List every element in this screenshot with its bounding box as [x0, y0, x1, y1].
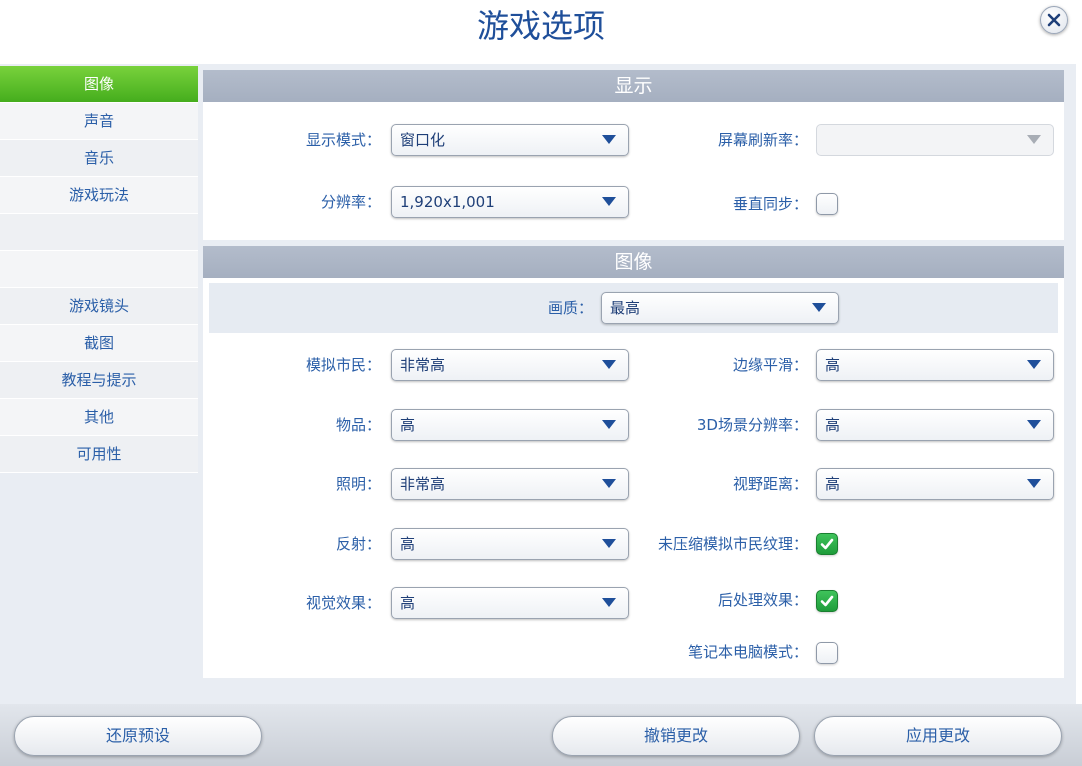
objects-quality-label: 物品： [335, 416, 381, 434]
chevron-down-icon [1027, 479, 1041, 488]
chevron-down-icon [1027, 135, 1041, 144]
sims-quality-label: 模拟市民： [305, 356, 381, 374]
chevron-down-icon [602, 197, 616, 206]
view-distance-label: 视野距离： [732, 475, 808, 493]
graphics-section-header: 图像 [203, 246, 1064, 278]
uncompressed-textures-checkbox[interactable] [816, 533, 838, 555]
visual-effects-dropdown[interactable]: 高 [391, 587, 629, 619]
objects-quality-value: 高 [400, 416, 416, 434]
display-mode-label: 显示模式： [305, 131, 381, 149]
sidebar-item-sound[interactable]: 声音 [0, 103, 198, 140]
sidebar: 图像 声音 音乐 游戏玩法 游戏镜头 截图 教程与提示 其他 可用性 [0, 66, 198, 473]
sidebar-item-empty-1[interactable] [0, 214, 198, 251]
sidebar-item-accessibility[interactable]: 可用性 [0, 436, 198, 473]
lighting-quality-label: 照明： [335, 475, 381, 493]
close-icon [1047, 13, 1061, 27]
chevron-down-icon [602, 420, 616, 429]
page-title: 游戏选项 [476, 7, 605, 45]
sidebar-item-tutorial[interactable]: 教程与提示 [0, 362, 198, 399]
close-button[interactable] [1040, 6, 1068, 34]
lighting-quality-dropdown[interactable]: 非常高 [391, 468, 629, 500]
display-section-header: 显示 [203, 70, 1064, 102]
reflection-quality-value: 高 [400, 535, 416, 553]
display-mode-dropdown[interactable]: 窗口化 [391, 124, 629, 156]
sims-quality-value: 非常高 [400, 356, 446, 374]
refresh-rate-label: 屏幕刷新率： [717, 131, 808, 149]
chevron-down-icon [812, 303, 826, 312]
quality-label: 画质： [547, 299, 593, 317]
chevron-down-icon [602, 360, 616, 369]
reflection-quality-dropdown[interactable]: 高 [391, 528, 629, 560]
scene-resolution-label: 3D场景分辨率： [696, 416, 808, 434]
checkmark-icon [820, 595, 834, 607]
view-distance-value: 高 [825, 475, 841, 493]
laptop-mode-label: 笔记本电脑模式： [687, 643, 808, 661]
resolution-value: 1,920x1,001 [400, 193, 495, 211]
checkmark-icon [820, 538, 834, 550]
visual-effects-value: 高 [400, 594, 416, 612]
sidebar-item-gameplay[interactable]: 游戏玩法 [0, 177, 198, 214]
quality-value: 最高 [610, 299, 641, 317]
cancel-changes-button[interactable]: 撤销更改 [552, 716, 800, 756]
anti-aliasing-value: 高 [825, 356, 841, 374]
vsync-checkbox[interactable] [816, 193, 838, 215]
sidebar-item-other[interactable]: 其他 [0, 399, 198, 436]
anti-aliasing-label: 边缘平滑： [732, 356, 808, 374]
chevron-down-icon [1027, 420, 1041, 429]
sidebar-item-graphics[interactable]: 图像 [0, 66, 198, 103]
chevron-down-icon [602, 598, 616, 607]
vsync-label: 垂直同步： [732, 195, 808, 213]
scene-resolution-value: 高 [825, 416, 841, 434]
refresh-rate-dropdown[interactable] [816, 124, 1054, 156]
sims-quality-dropdown[interactable]: 非常高 [391, 349, 629, 381]
chevron-down-icon [602, 479, 616, 488]
chevron-down-icon [602, 135, 616, 144]
objects-quality-dropdown[interactable]: 高 [391, 409, 629, 441]
scene-resolution-dropdown[interactable]: 高 [816, 409, 1054, 441]
sidebar-item-empty-2[interactable] [0, 251, 198, 288]
lighting-quality-value: 非常高 [400, 475, 446, 493]
sidebar-item-screenshots[interactable]: 截图 [0, 325, 198, 362]
apply-changes-button[interactable]: 应用更改 [814, 716, 1062, 756]
post-processing-label: 后处理效果： [717, 591, 808, 609]
chevron-down-icon [1027, 360, 1041, 369]
post-processing-checkbox[interactable] [816, 590, 838, 612]
reflection-quality-label: 反射： [335, 535, 381, 553]
quality-dropdown[interactable]: 最高 [601, 292, 839, 324]
settings-panel: 显示 显示模式： 窗口化 屏幕刷新率： 分辨率： 1,920x1,001 垂直同… [203, 70, 1064, 678]
resolution-label: 分辨率： [320, 193, 381, 211]
restore-defaults-button[interactable]: 还原预设 [14, 716, 262, 756]
uncompressed-textures-label: 未压缩模拟市民纹理： [657, 535, 808, 553]
sidebar-item-camera[interactable]: 游戏镜头 [0, 288, 198, 325]
resolution-dropdown[interactable]: 1,920x1,001 [391, 186, 629, 218]
sidebar-item-music[interactable]: 音乐 [0, 140, 198, 177]
display-mode-value: 窗口化 [400, 131, 446, 149]
anti-aliasing-dropdown[interactable]: 高 [816, 349, 1054, 381]
view-distance-dropdown[interactable]: 高 [816, 468, 1054, 500]
laptop-mode-checkbox[interactable] [816, 642, 838, 664]
visual-effects-label: 视觉效果： [305, 594, 381, 612]
